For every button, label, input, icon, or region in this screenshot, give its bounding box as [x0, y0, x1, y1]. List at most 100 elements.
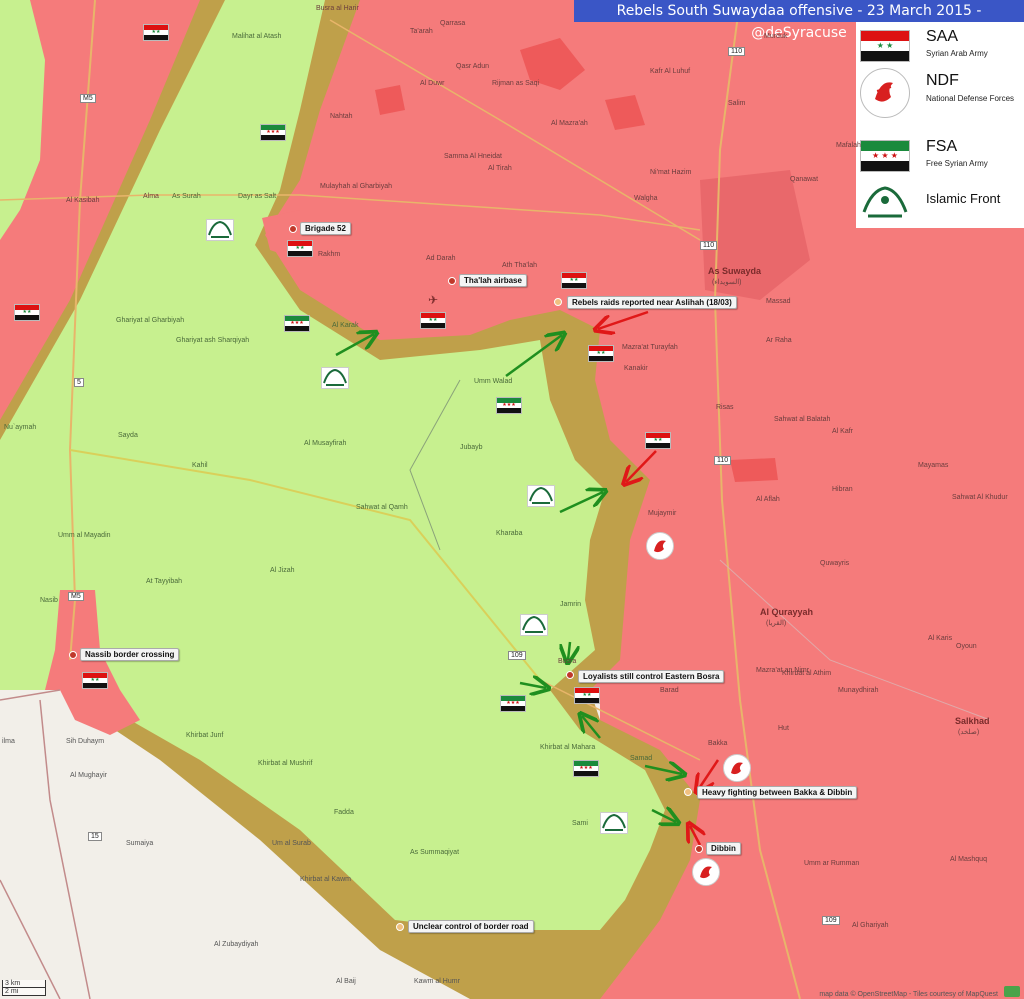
- place-label: Al Jizah: [270, 567, 295, 574]
- legend: ★ ★ SAA Syrian Arab Army NDF National De…: [856, 22, 1024, 228]
- place-label: As Summaqiyat: [410, 849, 460, 856]
- road-shield-109: 109: [508, 651, 526, 660]
- saa-flag-icon: ★★: [143, 24, 169, 41]
- place-label: Sahwat Al Khudur: [952, 494, 1008, 501]
- islamic-front-emblem-icon: [527, 485, 555, 507]
- place-label: Salim: [728, 100, 746, 107]
- road-shield-m5: M5: [68, 592, 84, 601]
- map-canvas: ✈ Rebels South Suwaydaa offensive - 23 M…: [0, 0, 1024, 999]
- road-shield-109: 109: [822, 916, 840, 925]
- place-label: As Surah: [172, 193, 201, 200]
- place-label: (صلخد): [958, 729, 980, 736]
- road-shield-110: 110: [714, 456, 732, 465]
- place-label: Ta'arah: [410, 28, 433, 35]
- place-label: Al Kasibah: [66, 197, 100, 204]
- legend-desc: Syrian Arab Army: [926, 49, 988, 58]
- fsa-flag-icon: ★★★: [573, 760, 599, 777]
- legend-saa: ★ ★ SAA Syrian Arab Army: [856, 26, 1024, 64]
- ndf-emblem-icon: [860, 68, 910, 118]
- islamic-front-emblem-icon: [206, 219, 234, 241]
- callout-bosra: Loyalists still control Eastern Bosra: [578, 670, 725, 683]
- map-attribution: map data © OpenStreetMap - Tiles courtes…: [819, 991, 998, 998]
- saa-flag-icon: ★★: [574, 687, 600, 704]
- saa-flag-icon: ★ ★: [860, 30, 910, 62]
- place-label: Quwayris: [820, 560, 850, 567]
- islamic-front-emblem-icon: [600, 812, 628, 834]
- legend-desc: Free Syrian Army: [926, 159, 988, 168]
- place-label: Sahwat al Balatah: [774, 416, 831, 423]
- scale-mi: 2 mi: [2, 988, 46, 996]
- place-label: Sumaiya: [126, 840, 154, 847]
- place-label: Nahtah: [330, 113, 353, 120]
- callout-dibbin: Dibbin: [706, 842, 741, 855]
- place-label: Fadda: [334, 809, 354, 816]
- place-label: Umm ar Rumman: [804, 860, 860, 867]
- place-label: Al Mashquq: [950, 856, 987, 863]
- legend-name: NDF: [926, 72, 959, 89]
- place-label: Malihat al Atash: [232, 33, 282, 40]
- town-blob: [375, 85, 405, 115]
- place-label: Al Kafr: [832, 428, 854, 435]
- location-pin-icon: [289, 225, 297, 233]
- place-label: Al Zubaydiyah: [214, 941, 259, 948]
- saa-flag-icon: ★★: [14, 304, 40, 321]
- saa-flag-icon: ★★: [561, 272, 587, 289]
- place-label: (السويداء): [712, 279, 742, 286]
- place-label: Sami: [572, 820, 588, 827]
- place-label: Mafalah: [836, 142, 861, 149]
- legend-islamic-front: Islamic Front: [856, 180, 1024, 224]
- place-label: Al Karis: [928, 635, 953, 642]
- place-label: Khirbat al Kawm: [300, 876, 351, 883]
- town-blob: [730, 458, 778, 482]
- place-label: Alma: [143, 193, 159, 200]
- place-label: Busra: [558, 658, 577, 665]
- place-label: Samad: [630, 755, 653, 762]
- place-label: Jubayb: [460, 444, 483, 451]
- ndf-emblem-icon: [723, 754, 751, 782]
- place-label: Al Ghariyah: [852, 922, 889, 929]
- scale-bar: 3 km 2 mi: [2, 980, 46, 996]
- place-label: Rakhm: [318, 251, 341, 258]
- place-label: Umm al Mayadin: [58, 532, 111, 539]
- islamic-front-emblem-icon: [520, 614, 548, 636]
- place-label: Sahwat al Qamh: [356, 504, 408, 511]
- location-pin-icon: [448, 277, 456, 285]
- callout-bakka-dibbin: Heavy fighting between Bakka & Dibbin: [697, 786, 858, 799]
- scale-km: 3 km: [2, 980, 46, 988]
- saa-flag-icon: ★★: [82, 672, 108, 689]
- fsa-flag-icon: ★★★: [284, 315, 310, 332]
- place-label: Nasib: [40, 597, 58, 604]
- islamic-front-emblem-icon: [860, 182, 910, 222]
- place-label: Umm Walad: [474, 378, 513, 385]
- legend-name: Islamic Front: [926, 191, 1001, 206]
- place-label: Munaydhirah: [838, 687, 879, 694]
- ndf-emblem-icon: [646, 532, 674, 560]
- place-label: Busra al Harir: [316, 5, 359, 12]
- legend-desc: National Defense Forces: [926, 94, 1015, 103]
- callout-thalah-airbase: Tha'lah airbase: [459, 274, 527, 287]
- place-label: Kanakir: [624, 365, 648, 372]
- place-label: Qarrasa: [440, 20, 466, 27]
- place-label: Ath Tha'lah: [502, 262, 538, 269]
- place-label: ilma: [2, 738, 15, 745]
- place-label: Al Qurayyah: [760, 607, 814, 617]
- saa-flag-icon: ★★: [420, 312, 446, 329]
- place-label: Kharaba: [496, 530, 523, 537]
- place-label: Ar Raha: [766, 337, 792, 344]
- location-pin-icon: [69, 651, 77, 659]
- place-label: Um al Surab: [272, 840, 311, 847]
- place-label: Walgha: [634, 195, 658, 202]
- location-pin-icon: [554, 298, 562, 306]
- place-label: Hibran: [832, 486, 853, 493]
- place-label: Mayamas: [918, 462, 949, 469]
- place-label: Khirbat al Mahara: [540, 744, 596, 751]
- saa-flag-icon: ★★: [287, 240, 313, 257]
- place-label: Bakka: [708, 740, 728, 747]
- legend-name: FSA: [926, 138, 958, 155]
- place-label: Qanawat: [790, 176, 819, 183]
- place-label: Al Mazra'ah: [551, 120, 588, 127]
- place-label: Sayda: [118, 432, 138, 439]
- place-label: Kafr Al Luhuf: [650, 68, 691, 75]
- place-label: Kawm al Humr: [414, 978, 460, 985]
- place-label: Al Mughayir: [70, 772, 107, 779]
